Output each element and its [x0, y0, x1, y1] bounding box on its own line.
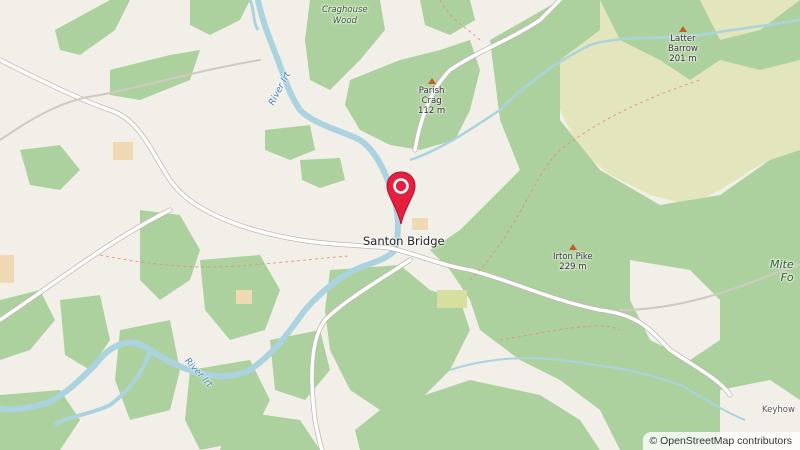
peak-icon [678, 26, 687, 32]
map-pin-icon[interactable] [385, 170, 417, 226]
map-viewport[interactable]: Craghouse Wood Parish Crag 112 m Latter … [0, 0, 800, 450]
label-irton-pike: Irton Pike 229 m [553, 244, 593, 272]
peak-icon [568, 244, 577, 250]
peak-icon [427, 78, 436, 84]
label-miterdale-forest: Mite Fo [770, 258, 794, 284]
label-santon-bridge: Santon Bridge [363, 234, 445, 248]
map-attribution[interactable]: © OpenStreetMap contributors [643, 432, 800, 450]
label-parish-crag: Parish Crag 112 m [418, 78, 445, 116]
label-craghouse-wood: Craghouse Wood [322, 5, 368, 26]
label-latter-barrow: Latter Barrow 201 m [668, 26, 698, 64]
label-keyhow: Keyhow [762, 405, 795, 415]
